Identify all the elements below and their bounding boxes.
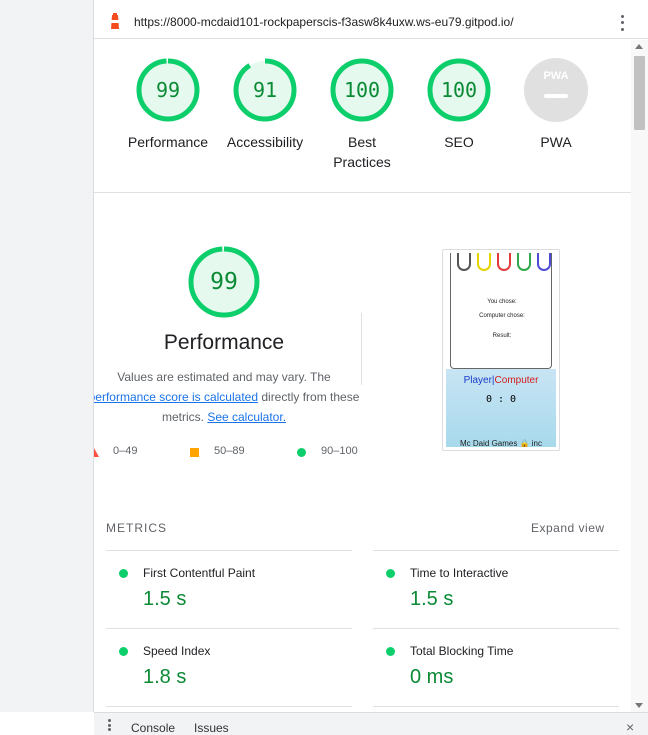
metric-row-divider (106, 706, 352, 707)
gauge-label: Accessibility (226, 134, 304, 150)
metrics-header: METRICS (106, 521, 167, 535)
gauge-label: Best Practices (333, 134, 391, 170)
gauge-performance[interactable]: 99 Performance (118, 58, 218, 152)
metric-first-contentful-paint: First Contentful Paint 1.5 s (106, 550, 352, 628)
metric-value: 1.5 s (143, 588, 187, 610)
legend-label: 50–89 (214, 445, 245, 457)
scroll-thumb[interactable] (634, 56, 645, 130)
metric-total-blocking-time: Total Blocking Time 0 ms (373, 628, 619, 706)
choice-icon (477, 253, 491, 271)
devtools-left-strip (0, 0, 94, 712)
report-url-bar: https://8000-mcdaid101-rockpaperscis-f3a… (94, 7, 648, 39)
choice-icon (517, 253, 531, 271)
score-calculated-link[interactable]: performance score is calculated (94, 390, 258, 404)
metric-name: Total Blocking Time (410, 644, 514, 658)
lighthouse-icon (111, 13, 119, 29)
computer-chose-text: Computer chose: (479, 313, 525, 319)
tab-issues[interactable]: Issues (194, 721, 229, 735)
gauge-accessibility[interactable]: 91 Accessibility (215, 58, 315, 152)
performance-section: 99 Performance Values are estimated and … (94, 193, 632, 513)
lighthouse-report-panel: https://8000-mcdaid101-rockpaperscis-f3a… (94, 0, 648, 712)
see-calculator-link[interactable]: See calculator. (207, 410, 286, 424)
metric-row-divider (373, 706, 619, 707)
game-footer: Mc Daid Games 🔒 inc (460, 439, 542, 447)
final-screenshot[interactable]: You chose: Computer chose: Result: Playe… (442, 249, 560, 451)
score-legend: 0–49 50–89 90–100 (94, 443, 374, 463)
game-card: You chose: Computer chose: Result: (450, 253, 552, 369)
legend-fail: 0–49 (94, 445, 137, 457)
close-icon[interactable]: × (626, 719, 634, 735)
metric-speed-index: Speed Index 1.8 s (106, 628, 352, 706)
gauge-score: 100 (343, 78, 381, 102)
game-title: Player|Computer (446, 375, 556, 386)
choice-icon (457, 253, 471, 271)
vertical-scrollbar[interactable] (631, 40, 648, 712)
metric-value: 1.5 s (410, 588, 454, 610)
score-gauges: 99 Performance 91 Accessibility 100 Best… (94, 40, 632, 193)
metric-name: Speed Index (143, 644, 211, 658)
pwa-badge-icon: PWA (524, 58, 588, 122)
gauge-score: 91 (252, 78, 278, 102)
legend-label: 0–49 (113, 445, 138, 457)
metric-value: 1.8 s (143, 666, 187, 688)
performance-big-gauge: 99 (188, 246, 260, 318)
gauge-score: 99 (155, 78, 181, 102)
pass-circle-icon (386, 569, 395, 578)
game-score: 0 : 0 (485, 394, 517, 405)
gauge-ring: 100 (330, 58, 394, 122)
more-options-icon[interactable] (616, 13, 628, 33)
gauge-pwa[interactable]: PWA PWA (506, 58, 606, 152)
legend-average: 50–89 (190, 445, 245, 457)
gauge-ring: 91 (233, 58, 297, 122)
metric-name: First Contentful Paint (143, 566, 256, 580)
legend-pass: 90–100 (297, 445, 358, 457)
pass-circle-icon (386, 647, 395, 656)
circle-icon (297, 448, 306, 457)
gauge-label: SEO (444, 134, 474, 150)
metric-value: 0 ms (410, 666, 454, 688)
devtools-drawer: Console Issues × (94, 712, 648, 735)
triangle-icon (94, 448, 99, 457)
you-chose-text: You chose: (487, 299, 517, 305)
expand-view-toggle[interactable]: Expand view (531, 521, 605, 535)
performance-score: 99 (210, 269, 238, 295)
pass-circle-icon (119, 647, 128, 656)
choice-icon (537, 253, 551, 271)
square-icon (190, 448, 199, 457)
metric-name: Time to Interactive (410, 566, 509, 580)
gauge-seo[interactable]: 100 SEO (409, 58, 509, 152)
metric-time-to-interactive: Time to Interactive 1.5 s (373, 550, 619, 628)
gauge-label: PWA (540, 134, 572, 150)
performance-title: Performance (163, 331, 285, 354)
performance-description: Values are estimated and may vary. The p… (94, 367, 364, 427)
result-text: Result: (492, 333, 512, 339)
drawer-menu-icon[interactable] (108, 719, 112, 731)
desc-text: Values are estimated and may vary. The (117, 370, 331, 384)
gauge-ring: 100 (427, 58, 491, 122)
pwa-badge-text: PWA (543, 70, 569, 82)
gauge-score: 100 (440, 78, 478, 102)
legend-label: 90–100 (321, 445, 358, 457)
tab-console[interactable]: Console (131, 721, 175, 735)
choice-icon (497, 253, 511, 271)
player-label: Player (463, 375, 492, 386)
section-divider (361, 313, 362, 385)
report-url[interactable]: https://8000-mcdaid101-rockpaperscis-f3a… (134, 15, 514, 29)
scroll-up-arrow-icon[interactable] (635, 44, 643, 49)
computer-label: Computer (494, 375, 539, 386)
pass-circle-icon (119, 569, 128, 578)
scroll-down-arrow-icon[interactable] (635, 703, 643, 708)
screenshot-image: You chose: Computer chose: Result: Playe… (446, 253, 556, 447)
gauge-best-practices[interactable]: 100 Best Practices (312, 58, 412, 172)
gauge-label: Performance (127, 134, 209, 150)
gauge-ring: 99 (136, 58, 200, 122)
